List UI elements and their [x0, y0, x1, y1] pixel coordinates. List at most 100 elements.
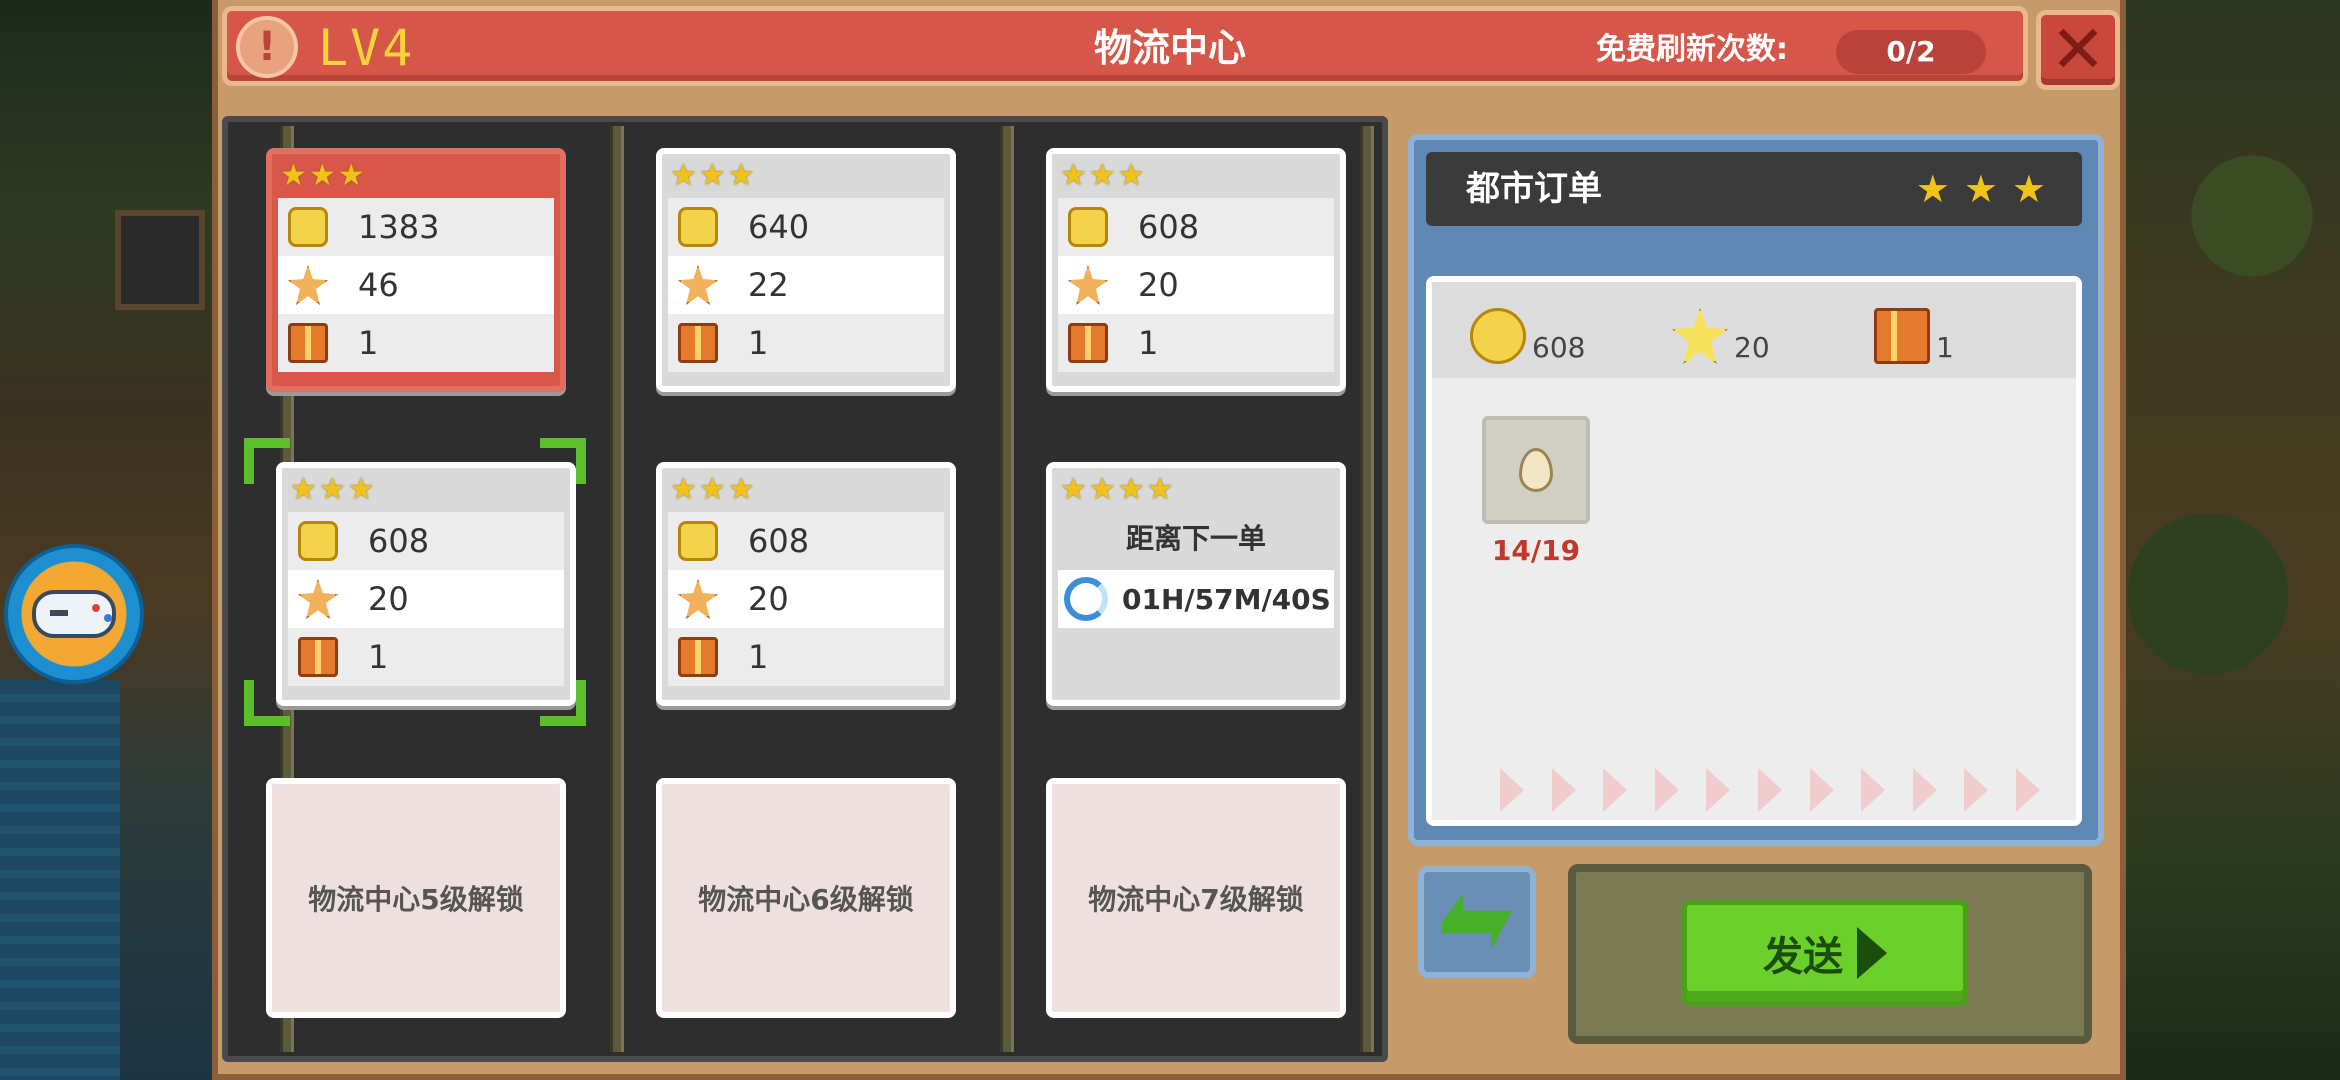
conveyor-rail	[1360, 126, 1374, 1052]
order-gifts: 1	[368, 638, 389, 676]
order-coins: 608	[368, 522, 430, 560]
next-order-timer-card: ★★★★ 距离下一单 01H/57M/40S	[1046, 462, 1346, 706]
conveyor-rail	[1000, 126, 1014, 1052]
clock-icon	[1064, 577, 1108, 621]
order-coins-row: 1383	[278, 198, 554, 256]
free-refresh-count: 0/2	[1836, 30, 1986, 74]
background-water	[0, 680, 120, 1080]
order-gift-row: 1	[288, 628, 564, 686]
order-stars: ★★★	[1060, 158, 1147, 193]
order-stars: ★★★	[670, 158, 757, 193]
order-coins: 608	[1138, 208, 1200, 246]
gamepad-icon	[32, 590, 116, 638]
order-card[interactable]: ★★★ 1383 46 1	[266, 148, 566, 392]
star-icon	[298, 579, 338, 619]
star-icon	[678, 579, 718, 619]
order-gift-row: 1	[1058, 314, 1334, 372]
order-xp-row: 46	[278, 256, 554, 314]
locked-slot: 物流中心5级解锁	[266, 778, 566, 1018]
order-detail-name: 都市订单	[1466, 169, 1602, 209]
order-xp: 20	[368, 580, 409, 618]
close-icon: ✕	[2050, 11, 2106, 88]
coin-icon	[298, 521, 338, 561]
coin-icon	[1470, 308, 1526, 364]
order-card[interactable]: ★★★ 608 20 1	[656, 462, 956, 706]
order-xp: 22	[748, 266, 789, 304]
order-xp: 20	[748, 580, 789, 618]
order-coins-row: 608	[1058, 198, 1334, 256]
locked-slot: 物流中心7级解锁	[1046, 778, 1346, 1018]
order-xp-row: 20	[668, 570, 944, 628]
order-gifts: 1	[748, 638, 769, 676]
star-icon	[678, 265, 718, 305]
gift-icon	[1068, 323, 1108, 363]
order-gifts: 1	[748, 324, 769, 362]
order-coins: 640	[748, 208, 810, 246]
countdown-value: 01H/57M/40S	[1122, 582, 1331, 616]
order-gift-row: 1	[668, 628, 944, 686]
egg-icon	[1519, 448, 1553, 492]
close-button[interactable]: ✕	[2036, 10, 2120, 90]
star-icon	[1672, 308, 1728, 364]
conveyor-rail	[610, 126, 624, 1052]
order-card[interactable]: ★★★ 640 22 1	[656, 148, 956, 392]
send-label: 发送	[1763, 934, 1843, 980]
order-stars: ★★★	[280, 158, 367, 193]
reward-gifts-value: 1	[1936, 331, 1954, 364]
free-refresh-label: 免费刷新次数:	[1596, 32, 1788, 67]
coin-icon	[288, 207, 328, 247]
star-icon	[288, 265, 328, 305]
order-coins-row: 640	[668, 198, 944, 256]
gift-icon	[1874, 308, 1930, 364]
send-button[interactable]: 发送	[1682, 900, 1968, 1006]
locked-slot: 物流中心6级解锁	[656, 778, 956, 1018]
required-item-progress: 14/19	[1491, 534, 1581, 567]
order-coins-row: 608	[668, 512, 944, 570]
order-xp-row: 20	[288, 570, 564, 628]
order-detail-stars: ★★★	[1915, 167, 2060, 211]
order-xp: 20	[1138, 266, 1179, 304]
order-stars: ★★★★	[1060, 472, 1176, 507]
order-gifts: 1	[1138, 324, 1159, 362]
conveyor-arrows	[1500, 768, 2040, 816]
reward-coins-value: 608	[1532, 331, 1586, 364]
reward-coins: 608	[1470, 300, 1585, 364]
coin-icon	[678, 521, 718, 561]
order-card[interactable]: ★★★ 608 20 1	[276, 462, 576, 706]
order-gifts: 1	[358, 324, 379, 362]
next-order-label: 距离下一单	[1125, 522, 1266, 555]
coin-icon	[1068, 207, 1108, 247]
order-xp: 46	[358, 266, 399, 304]
order-stars: ★★★	[290, 472, 377, 507]
order-gift-row: 1	[278, 314, 554, 372]
countdown-row: 01H/57M/40S	[1058, 570, 1334, 628]
gamepad-button[interactable]	[4, 544, 144, 684]
gift-icon	[298, 637, 338, 677]
order-xp-row: 20	[1058, 256, 1334, 314]
refresh-icon	[1442, 894, 1512, 950]
background-right-scenery	[2120, 0, 2340, 1080]
order-coins: 1383	[358, 208, 440, 246]
reward-xp-value: 20	[1734, 331, 1770, 364]
order-coins: 608	[748, 522, 810, 560]
info-button[interactable]: !	[236, 16, 298, 78]
order-gift-row: 1	[668, 314, 944, 372]
reward-xp: 20	[1672, 300, 1770, 364]
order-coins-row: 608	[288, 512, 564, 570]
required-item-slot[interactable]	[1482, 416, 1590, 524]
gift-icon	[678, 323, 718, 363]
refresh-order-button[interactable]	[1418, 866, 1536, 978]
order-detail-header: 都市订单 ★★★	[1426, 152, 2082, 226]
star-icon	[1068, 265, 1108, 305]
gift-icon	[288, 323, 328, 363]
order-xp-row: 22	[668, 256, 944, 314]
level-indicator: LV4	[318, 19, 415, 77]
play-arrow-icon	[1857, 927, 1887, 979]
coin-icon	[678, 207, 718, 247]
gift-icon	[678, 637, 718, 677]
reward-gifts: 1	[1874, 300, 1954, 364]
order-stars: ★★★	[670, 472, 757, 507]
page-title: 物流中心	[1093, 26, 1246, 70]
background-notice-board	[115, 210, 205, 310]
order-card[interactable]: ★★★ 608 20 1	[1046, 148, 1346, 392]
